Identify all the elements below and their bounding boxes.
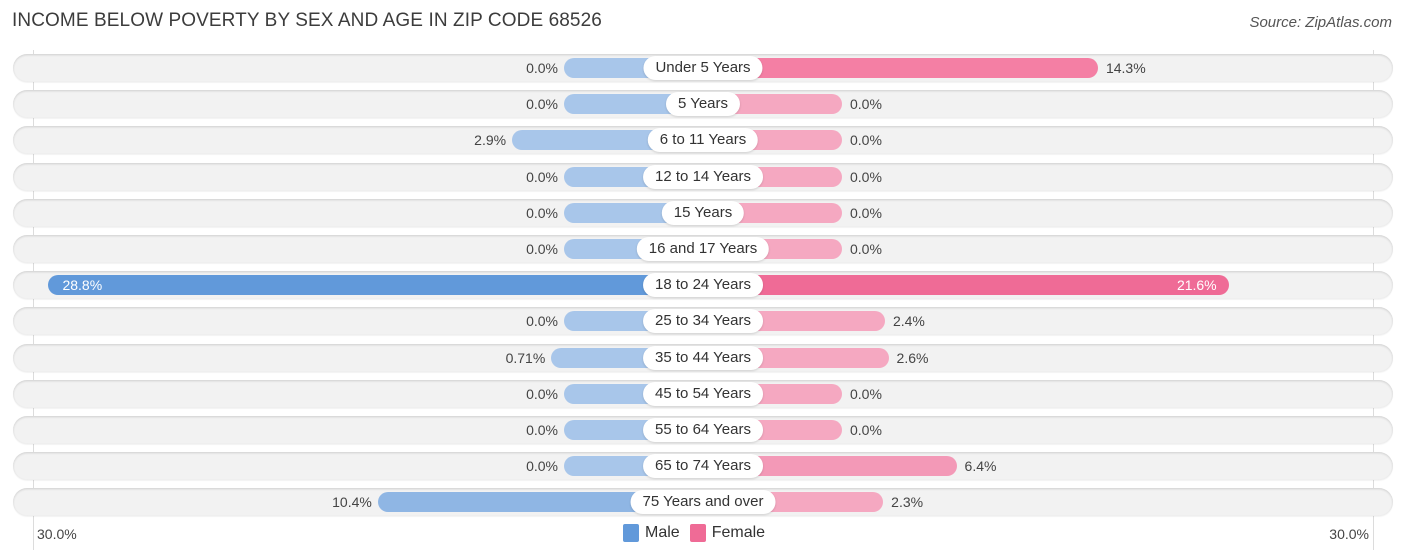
category-label: 65 to 74 Years	[643, 454, 763, 479]
female-value-label: 14.3%	[1105, 60, 1146, 76]
female-value-label: 2.3%	[891, 494, 924, 511]
female-value-label: 0.0%	[850, 385, 882, 402]
chart-row: 0.0% 0.0% 55 to 64 Years	[13, 416, 1393, 444]
female-bar	[703, 275, 1229, 296]
chart-row: 0.0% 2.4% 25 to 34 Years	[13, 307, 1393, 336]
male-value-label: 2.9%	[474, 132, 507, 149]
category-label: 45 to 54 Years	[643, 381, 763, 406]
female-value-label: 0.0%	[850, 241, 882, 257]
chart-row: 0.0% 0.0% 16 and 17 Years	[13, 235, 1393, 263]
female-value-label: 0.0%	[850, 96, 882, 113]
male-value-label: 0.0%	[526, 168, 558, 185]
chart-row: 0.0% 6.4% 65 to 74 Years	[13, 452, 1393, 481]
category-label: 35 to 44 Years	[643, 345, 763, 370]
chart-row: 0.0% 0.0% 12 to 14 Years	[13, 162, 1393, 191]
male-value-label: 0.0%	[526, 241, 558, 257]
source-label: Source: ZipAtlas.com	[1249, 14, 1392, 31]
chart-row: 0.0% 0.0% 15 Years	[13, 198, 1393, 227]
chart-row: 0.71% 2.6% 35 to 44 Years	[13, 343, 1393, 372]
male-value-label: 0.0%	[526, 458, 558, 475]
axis-right-label: 30.0%	[1329, 526, 1369, 542]
female-value-label: 21.6%	[1176, 277, 1217, 294]
chart-row: 0.0% 14.3% Under 5 Years	[13, 54, 1393, 82]
category-label: 75 Years and over	[630, 490, 776, 515]
legend: Male Female	[623, 524, 775, 542]
legend-swatch-female	[689, 524, 706, 542]
male-value-label: 10.4%	[332, 494, 372, 511]
female-value-label: 2.4%	[892, 313, 925, 330]
category-label: 15 Years	[661, 200, 745, 225]
legend-label-female: Female	[711, 524, 766, 541]
category-label: 6 to 11 Years	[647, 128, 759, 153]
male-value-label: 0.0%	[526, 422, 558, 438]
legend-swatch-male	[623, 524, 639, 542]
category-label: 18 to 24 Years	[643, 273, 763, 298]
male-bar	[48, 275, 703, 296]
legend-item-male: Male	[623, 524, 680, 542]
chart-row: 28.8% 21.6% 18 to 24 Years	[13, 271, 1393, 300]
male-value-label: 0.0%	[526, 385, 558, 402]
male-value-label: 0.71%	[505, 349, 546, 366]
legend-label-male: Male	[645, 524, 680, 541]
female-value-label: 0.0%	[850, 168, 882, 185]
female-value-label: 6.4%	[964, 458, 997, 475]
chart-title: INCOME BELOW POVERTY BY SEX AND AGE IN Z…	[12, 10, 602, 31]
male-value-label: 0.0%	[526, 313, 558, 330]
chart-row: 0.0% 0.0% 45 to 54 Years	[13, 379, 1393, 408]
female-value-label: 2.6%	[896, 349, 929, 366]
male-value-label: 0.0%	[526, 204, 558, 221]
category-label: Under 5 Years	[643, 56, 763, 80]
chart-row: 10.4% 2.3% 75 Years and over	[13, 488, 1393, 517]
category-label: 5 Years	[665, 92, 741, 117]
category-label: 16 and 17 Years	[636, 237, 770, 261]
category-label: 12 to 14 Years	[643, 164, 763, 189]
category-label: 55 to 64 Years	[643, 418, 763, 442]
male-value-label: 0.0%	[526, 96, 558, 113]
chart-row: 0.0% 0.0% 5 Years	[13, 90, 1393, 119]
female-value-label: 0.0%	[850, 204, 882, 221]
male-value-label: 28.8%	[62, 277, 103, 294]
legend-item-female: Female	[689, 524, 766, 542]
category-label: 25 to 34 Years	[643, 309, 763, 334]
male-value-label: 0.0%	[526, 60, 558, 76]
axis-left-label: 30.0%	[37, 526, 77, 542]
female-value-label: 0.0%	[850, 422, 882, 438]
female-value-label: 0.0%	[850, 132, 882, 149]
chart-row: 2.9% 0.0% 6 to 11 Years	[13, 126, 1393, 155]
